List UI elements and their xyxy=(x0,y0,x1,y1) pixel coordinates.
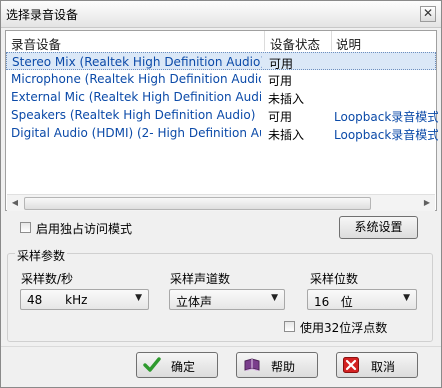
help-button[interactable]: 帮助 xyxy=(236,352,318,378)
sample-rate-select[interactable]: 48 kHz ▼ xyxy=(20,289,149,310)
float32-label[interactable]: 使用32位浮点数 xyxy=(300,319,387,336)
column-header-description[interactable]: 说明 xyxy=(336,34,361,53)
column-header-device[interactable]: 录音设备 xyxy=(11,34,61,53)
device-status: 可用 xyxy=(268,110,293,124)
help-label: 帮助 xyxy=(271,360,296,374)
ok-button[interactable]: 确定 xyxy=(136,352,218,378)
device-name: Microphone (Realtek High Definition Audi… xyxy=(11,72,261,86)
device-status: 未插入 xyxy=(268,128,305,142)
scroll-left-arrow-icon[interactable]: ◀ xyxy=(7,195,23,211)
column-header-status[interactable]: 设备状态 xyxy=(270,34,320,53)
footer-divider xyxy=(1,346,441,347)
device-name: External Mic (Realtek High Definition Au… xyxy=(11,90,261,104)
scrollbar-thumb[interactable] xyxy=(24,197,371,210)
dialog-title: 选择录音设备 xyxy=(6,8,79,22)
device-row[interactable]: Microphone (Realtek High Definition Audi… xyxy=(6,70,436,88)
device-description: Loopback录音模式 xyxy=(334,128,438,142)
chevron-down-icon: ▼ xyxy=(403,293,410,303)
close-button[interactable]: ✕ xyxy=(420,6,436,22)
help-book-icon xyxy=(244,358,260,371)
sample-rate-label: 采样数/秒 xyxy=(21,272,74,286)
title-bar: 选择录音设备 ✕ xyxy=(1,1,441,28)
device-name: Digital Audio (HDMI) (2- High Definition… xyxy=(11,126,261,140)
device-list[interactable]: 录音设备 设备状态 说明 Stereo Mix (Realtek High De… xyxy=(5,30,438,211)
close-icon: ✕ xyxy=(422,6,434,20)
channels-label: 采样声道数 xyxy=(170,272,231,286)
float32-checkbox[interactable] xyxy=(284,321,295,332)
list-header: 录音设备 设备状态 说明 xyxy=(6,31,436,53)
cancel-x-icon xyxy=(343,357,359,373)
device-row[interactable]: Digital Audio (HDMI) (2- High Definition… xyxy=(6,124,438,142)
exclusive-mode-label[interactable]: 启用独占访问模式 xyxy=(36,220,132,237)
checkmark-icon xyxy=(143,357,161,372)
device-row[interactable]: Stereo Mix (Realtek High Definition Audi… xyxy=(6,52,436,71)
device-description: Loopback录音模式 xyxy=(334,110,438,124)
device-row[interactable]: Speakers (Realtek High Definition Audio)… xyxy=(6,106,438,124)
channels-value: 立体声 xyxy=(176,295,213,309)
cancel-label: 取消 xyxy=(371,360,396,374)
column-divider[interactable] xyxy=(264,31,265,51)
sample-rate-value: 48 kHz xyxy=(27,293,88,307)
device-name: Stereo Mix (Realtek High Definition Audi… xyxy=(12,55,262,69)
system-settings-label: 系统设置 xyxy=(354,220,403,234)
ok-label: 确定 xyxy=(171,360,196,374)
sampling-group-label: 采样参数 xyxy=(15,247,68,264)
chevron-down-icon: ▼ xyxy=(135,293,142,303)
device-status: 未插入 xyxy=(268,92,305,106)
device-name: Speakers (Realtek High Definition Audio) xyxy=(11,108,256,122)
bit-depth-label: 采样位数 xyxy=(310,272,359,286)
select-recording-device-dialog: 选择录音设备 ✕ 录音设备 设备状态 说明 Stereo Mix (Realte… xyxy=(0,0,442,388)
system-settings-button[interactable]: 系统设置 xyxy=(339,216,418,239)
device-status: 可用 xyxy=(268,74,293,88)
horizontal-scrollbar[interactable]: ◀ ▶ xyxy=(7,194,435,211)
bit-depth-value: 16 位 xyxy=(314,295,353,309)
bit-depth-select[interactable]: 16 位 ▼ xyxy=(307,289,417,310)
exclusive-mode-checkbox[interactable] xyxy=(20,222,31,233)
column-divider[interactable] xyxy=(331,31,332,51)
device-row[interactable]: External Mic (Realtek High Definition Au… xyxy=(6,88,436,106)
channels-select[interactable]: 立体声 ▼ xyxy=(169,289,285,310)
cancel-button[interactable]: 取消 xyxy=(336,352,418,378)
scroll-right-arrow-icon[interactable]: ▶ xyxy=(419,195,435,211)
chevron-down-icon: ▼ xyxy=(271,293,278,303)
